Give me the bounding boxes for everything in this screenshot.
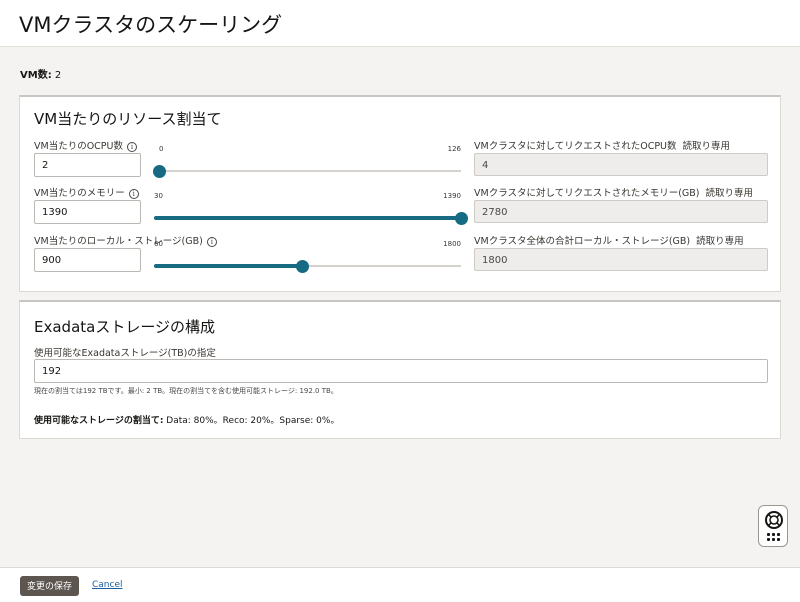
slider-max: 1390 bbox=[443, 192, 461, 200]
storage-input[interactable]: 900 bbox=[34, 248, 141, 272]
slider-max: 1800 bbox=[443, 240, 461, 248]
memory-input-value: 1390 bbox=[42, 207, 68, 218]
lifebuoy-icon bbox=[765, 511, 783, 529]
memory-total-label: VMクラスタに対してリクエストされたメモリー(GB) 読取り専用 bbox=[474, 185, 753, 199]
help-widget[interactable] bbox=[758, 505, 788, 547]
resource-allocation-title: VM当たりのリソース割当て bbox=[34, 110, 222, 128]
storage-total-field: 1800 bbox=[474, 248, 768, 271]
slider-max: 126 bbox=[447, 145, 461, 153]
ocpu-label: VM当たりのOCPU数 i bbox=[34, 138, 137, 152]
memory-label-text: VM当たりのメモリー bbox=[34, 188, 125, 199]
vm-count-label: VM数: bbox=[20, 70, 52, 81]
exadata-storage-value: 192 bbox=[42, 366, 62, 377]
slider-fill bbox=[154, 216, 461, 220]
grid-dots-icon bbox=[767, 533, 781, 541]
readonly-tag: 読取り専用 bbox=[696, 236, 744, 247]
slider-thumb[interactable] bbox=[296, 260, 310, 273]
vm-count-value: 2 bbox=[54, 70, 62, 81]
storage-allocation-label: 使用可能なストレージの割当て: bbox=[34, 416, 164, 426]
storage-total-value: 1800 bbox=[482, 255, 508, 266]
slider-thumb[interactable] bbox=[153, 165, 166, 178]
ocpu-total-field: 4 bbox=[474, 153, 768, 176]
slider-min: 30 bbox=[154, 192, 163, 200]
slider-thumb[interactable] bbox=[455, 212, 468, 225]
storage-slider[interactable]: 60 1800 bbox=[154, 240, 461, 278]
info-icon[interactable]: i bbox=[128, 188, 139, 199]
storage-total-label: VMクラスタ全体の合計ローカル・ストレージ(GB) 読取り専用 bbox=[474, 233, 744, 247]
storage-allocation: 使用可能なストレージの割当て: Data: 80%。Reco: 20%。Spar… bbox=[34, 413, 339, 426]
ocpu-total-label-text: VMクラスタに対してリクエストされたOCPU数 bbox=[474, 141, 677, 152]
exadata-storage-title: Exadataストレージの構成 bbox=[34, 318, 216, 336]
storage-label-text: VM当たりのローカル・ストレージ(GB) bbox=[34, 236, 203, 247]
memory-slider[interactable]: 30 1390 bbox=[154, 192, 468, 230]
ocpu-label-text: VM当たりのOCPU数 bbox=[34, 141, 123, 152]
exadata-storage-input[interactable]: 192 bbox=[34, 359, 768, 383]
ocpu-slider[interactable]: 0 126 bbox=[153, 145, 461, 183]
save-changes-button[interactable]: 変更の保存 bbox=[20, 576, 80, 596]
readonly-tag: 読取り専用 bbox=[705, 188, 754, 199]
readonly-tag: 読取り専用 bbox=[682, 141, 731, 152]
resource-allocation-panel: VM当たりのリソース割当て VM当たりのOCPU数 i 2 0 126 VMクラス… bbox=[19, 95, 781, 292]
exadata-storage-label: 使用可能なExadataストレージ(TB)の指定 bbox=[34, 348, 216, 359]
memory-total-label-text: VMクラスタに対してリクエストされたメモリー(GB) bbox=[474, 188, 700, 199]
memory-total-value: 2780 bbox=[482, 207, 508, 218]
storage-input-value: 900 bbox=[42, 255, 62, 266]
cancel-link[interactable]: Cancel bbox=[92, 580, 123, 590]
storage-allocation-value: Data: 80%。Reco: 20%。Sparse: 0%。 bbox=[166, 416, 340, 426]
slider-fill bbox=[154, 264, 303, 268]
memory-label: VM当たりのメモリー i bbox=[34, 185, 139, 199]
memory-input[interactable]: 1390 bbox=[34, 200, 141, 224]
info-icon[interactable]: i bbox=[206, 236, 217, 247]
ocpu-total-value: 4 bbox=[482, 160, 489, 171]
page-header: VMクラスタのスケーリング bbox=[0, 0, 800, 47]
storage-label: VM当たりのローカル・ストレージ(GB) i bbox=[34, 233, 217, 247]
ocpu-total-label: VMクラスタに対してリクエストされたOCPU数 読取り専用 bbox=[474, 138, 730, 152]
slider-track bbox=[159, 170, 461, 172]
exadata-help-text: 現在の割当ては192 TBです。最小: 2 TB。現在の割当てを含む使用可能スト… bbox=[34, 387, 338, 395]
slider-min: 60 bbox=[154, 240, 163, 248]
memory-total-field: 2780 bbox=[474, 200, 768, 223]
vm-count: VM数: 2 bbox=[20, 66, 61, 81]
ocpu-input[interactable]: 2 bbox=[34, 153, 141, 177]
exadata-storage-panel: Exadataストレージの構成 使用可能なExadataストレージ(TB)の指定… bbox=[19, 300, 781, 439]
footer-bar: 変更の保存 Cancel bbox=[0, 567, 800, 602]
storage-total-label-text: VMクラスタ全体の合計ローカル・ストレージ(GB) bbox=[474, 236, 691, 247]
page-title: VMクラスタのスケーリング bbox=[19, 13, 283, 37]
info-icon[interactable]: i bbox=[127, 141, 137, 152]
ocpu-input-value: 2 bbox=[42, 160, 49, 171]
slider-min: 0 bbox=[159, 145, 164, 153]
